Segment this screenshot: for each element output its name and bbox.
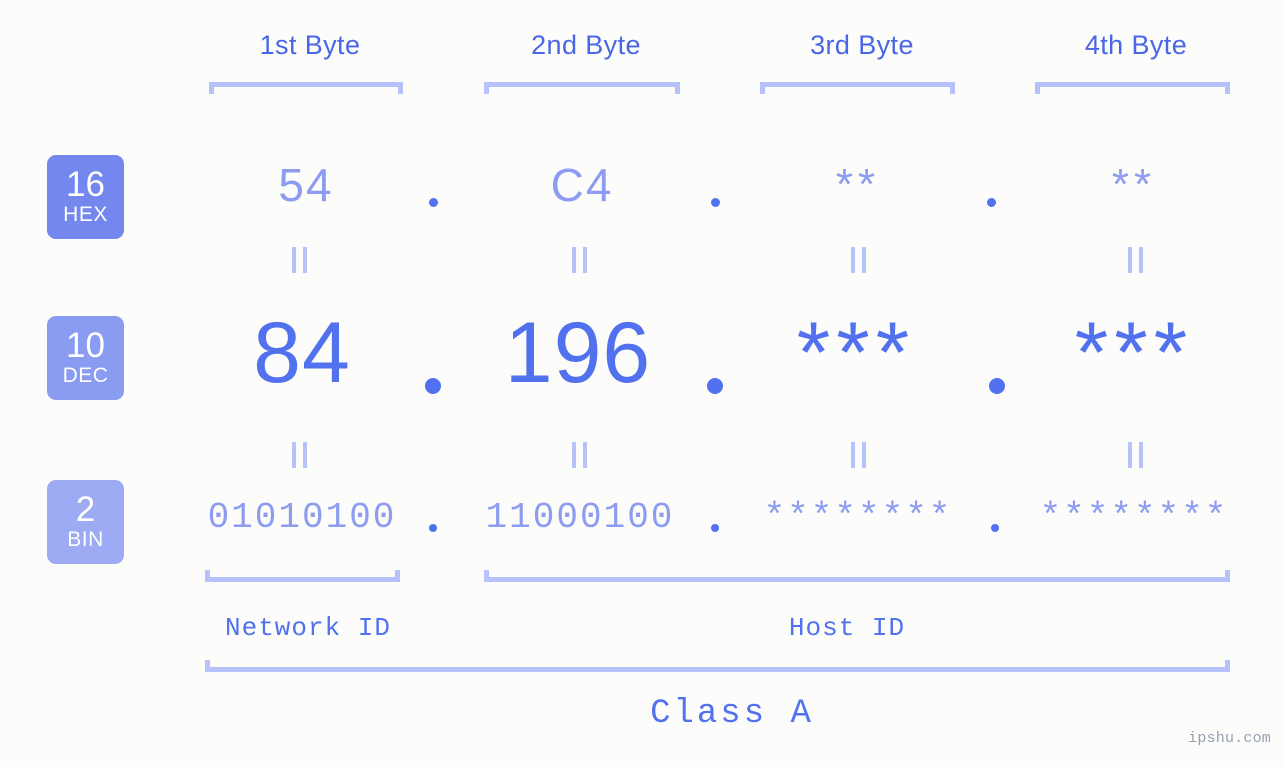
network-id-label: Network ID [224,613,392,643]
radix-badge-dec-number: 10 [66,326,105,365]
byte-bracket-3 [760,82,955,94]
radix-badge-bin: 2 BIN [47,480,124,564]
bin-value-byte-4: ******** [1039,497,1229,538]
host-id-label: Host ID [788,613,906,643]
byte-header-1: 1st Byte [259,30,361,60]
dec-separator-dot-1 [425,378,441,394]
equals-marker-hex-dec-1 [292,247,309,273]
radix-badge-hex-number: 16 [66,165,105,204]
equals-marker-hex-dec-3 [851,247,868,273]
bin-separator-dot-1 [429,524,437,532]
bin-value-byte-1: 01010100 [207,497,397,538]
radix-badge-dec: 10 DEC [47,316,124,400]
equals-marker-dec-bin-3 [851,442,868,468]
equals-marker-hex-dec-2 [572,247,589,273]
radix-badge-hex: 16 HEX [47,155,124,239]
class-bracket [205,660,1230,672]
equals-marker-dec-bin-1 [292,442,309,468]
hex-separator-dot-3 [987,198,996,207]
hex-separator-dot-2 [711,198,720,207]
equals-marker-dec-bin-2 [572,442,589,468]
byte-bracket-4 [1035,82,1230,94]
equals-marker-dec-bin-4 [1128,442,1145,468]
byte-header-3: 3rd Byte [810,30,914,60]
hex-value-byte-1: 54 [278,159,334,211]
site-watermark: ipshu.com [1188,730,1271,747]
dec-value-byte-3: *** [796,305,916,401]
bin-separator-dot-2 [711,524,719,532]
radix-badge-bin-label: BIN [67,528,104,551]
host-id-bracket [484,570,1230,582]
radix-badge-dec-label: DEC [62,364,109,387]
bin-value-byte-2: 11000100 [485,497,675,538]
byte-header-2: 2nd Byte [531,30,641,60]
hex-value-byte-4: ** [1111,160,1157,209]
hex-value-byte-3: ** [835,160,881,209]
network-id-bracket [205,570,400,582]
dec-value-byte-1: 84 [253,305,351,401]
dec-separator-dot-2 [707,378,723,394]
dec-value-byte-2: 196 [504,305,652,401]
bin-separator-dot-3 [991,524,999,532]
radix-badge-bin-number: 2 [75,490,96,529]
hex-separator-dot-1 [429,198,438,207]
bin-value-byte-3: ******** [763,497,953,538]
byte-bracket-1 [209,82,403,94]
hex-value-byte-2: C4 [550,159,614,211]
radix-badge-hex-label: HEX [63,203,108,226]
byte-header-4: 4th Byte [1084,30,1188,60]
class-label: Class A [650,695,814,733]
byte-bracket-2 [484,82,680,94]
dec-value-byte-4: *** [1074,305,1194,401]
dec-separator-dot-3 [989,378,1005,394]
equals-marker-hex-dec-4 [1128,247,1145,273]
ip-breakdown-canvas: 1st Byte 2nd Byte 3rd Byte 4th Byte 16 H… [0,0,1285,767]
